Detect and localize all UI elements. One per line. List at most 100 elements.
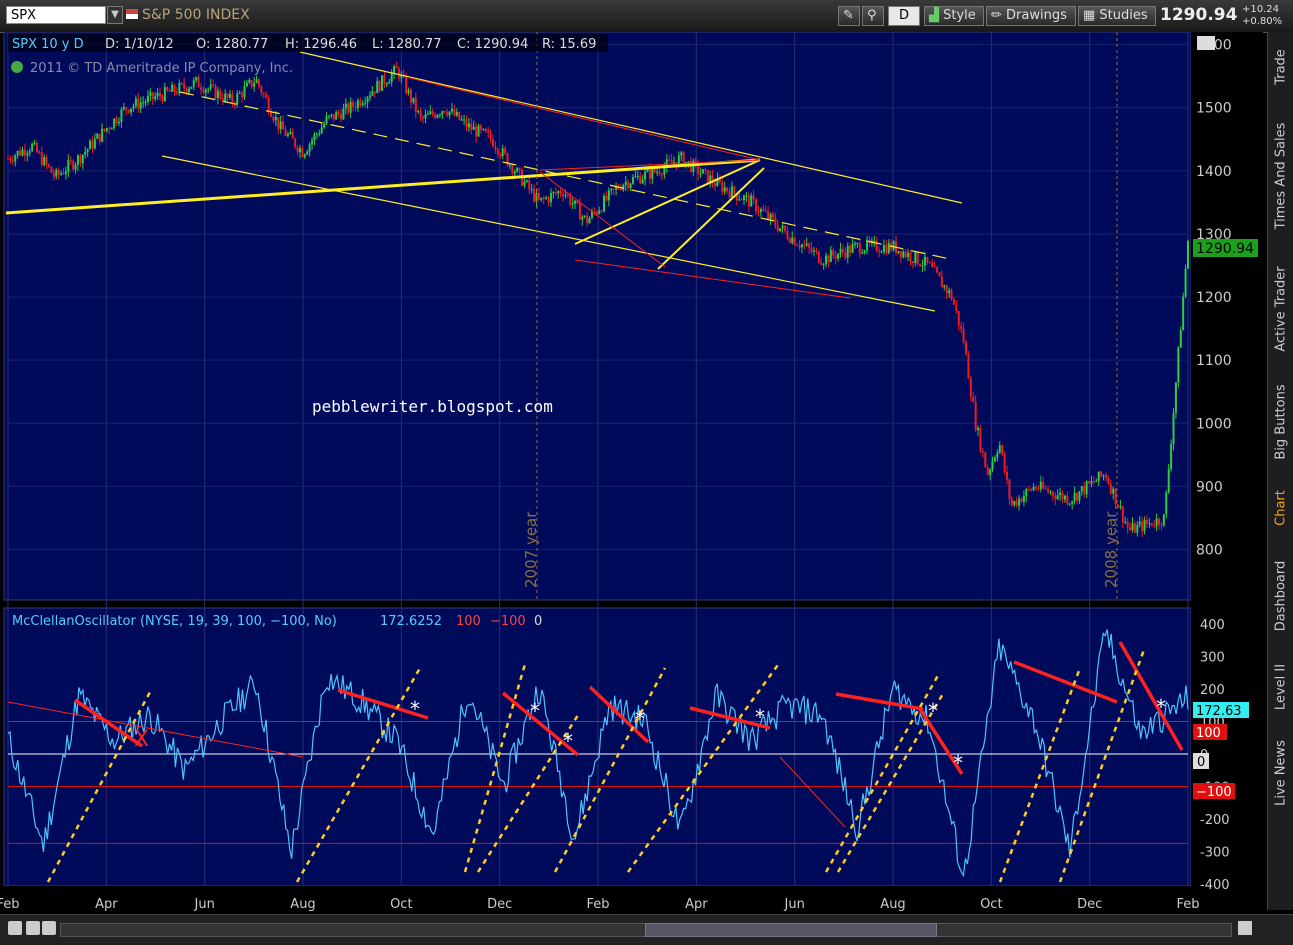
price-tick-label: 1100 [1196,353,1232,369]
watermark: pebblewriter.blogspot.com [312,397,553,416]
candle-body [1114,488,1117,505]
candle-body [127,109,130,113]
candle-body [631,177,634,184]
candle-body [470,123,473,130]
drawings-button[interactable]: ✏ Drawings [986,6,1076,26]
candle-body [122,107,125,110]
zoom-in-icon[interactable] [26,921,40,935]
header-date: D: 1/10/12 [105,37,174,52]
side-tabs: Trade Times And Sales Active Trader Big … [1267,32,1293,910]
scroll-thumb[interactable] [645,923,937,937]
candle-body [793,237,796,246]
tab-live-news[interactable]: Live News [1268,728,1293,818]
candle-body [243,86,246,98]
year-label-2007: 2007 year [522,511,540,588]
info-icon[interactable] [11,61,23,73]
candle-body [144,101,147,103]
candle-body [969,378,972,397]
candle-body [501,148,504,156]
style-button[interactable]: ▟ Style [924,6,984,26]
pencil-icon: ✏ [991,8,1007,23]
candle-body [1083,486,1086,495]
candle-body [250,80,253,87]
period-button[interactable]: D [888,6,920,26]
candle-body [332,114,335,120]
candle-body [1059,492,1062,496]
zoom-out-icon[interactable] [42,921,56,935]
studies-button[interactable]: ▦ Studies [1078,6,1156,26]
candle-body [465,119,468,128]
candle-body [938,272,941,277]
candle-body [7,158,9,160]
candle-body [967,353,970,379]
candle-body [516,168,519,172]
candle-body [125,107,128,110]
tab-dashboard[interactable]: Dashboard [1268,546,1293,646]
candle-body [1129,527,1132,531]
candle-body [979,427,982,452]
candle-body [197,77,200,88]
flag-icon[interactable] [126,9,138,19]
candle-body [634,176,637,178]
drawings-label: Drawings [1006,8,1067,23]
candle-body [142,102,145,104]
scroll-right-icon[interactable] [1238,921,1252,935]
candle-body [1008,479,1011,499]
candle-body [1013,501,1016,505]
candle-body [726,187,729,192]
tab-active-trader[interactable]: Active Trader [1268,250,1293,368]
candle-body [1136,524,1139,533]
chart-area[interactable]: 1600150014001300120011001000900800 40030… [0,32,1267,914]
osc-lower-tag-text: −100 [1196,785,1232,800]
candle-body [265,94,268,98]
candle-body [704,169,707,171]
link-button[interactable]: ⚲ [862,6,884,26]
candle-body [866,239,869,251]
symbol-input[interactable]: SPX [6,6,106,24]
candle-body [231,93,234,104]
candle-body [183,83,186,89]
candle-body [178,83,181,94]
candle-body [212,84,215,86]
time-tick-label: Aug [880,897,905,912]
time-tick-label: Feb [0,897,20,912]
candle-body [26,153,29,156]
candle-body [839,248,842,254]
candle-body [721,182,724,192]
candle-body [364,102,367,104]
candle-body [1068,503,1071,505]
tab-chart[interactable]: Chart [1268,478,1293,538]
candle-body [438,114,441,116]
candle-body [14,155,17,162]
candle-body [173,84,176,92]
candle-body [50,166,53,173]
tab-times-and-sales[interactable]: Times And Sales [1268,106,1293,246]
price-axis[interactable] [1191,32,1263,600]
price-tick-label: 800 [1196,543,1223,559]
candle-body [861,253,864,255]
candle-body [327,115,330,117]
candle-body [294,138,297,148]
candle-body [359,100,362,106]
candle-body [180,83,183,85]
candle-body [1167,468,1170,493]
tab-trade[interactable]: Trade [1268,32,1293,102]
time-tick-label: Apr [685,897,708,912]
candle-body [986,467,989,475]
candle-body [451,108,454,112]
header-close: C: 1290.94 [457,37,528,52]
candle-body [554,192,557,194]
candle-body [166,87,169,91]
candle-body [330,114,333,116]
tab-level-ii[interactable]: Level II [1268,652,1293,722]
symbol-dropdown-button[interactable]: ▼ [107,6,123,24]
tools-button[interactable]: ✎ [838,6,860,26]
header-low: L: 1280.77 [372,37,442,52]
chart-settings-icon[interactable] [1197,36,1215,50]
tab-big-buttons[interactable]: Big Buttons [1268,372,1293,472]
osc-name: McClellanOscillator (NYSE, 19, 39, 100, … [12,614,337,629]
candle-body [692,160,695,172]
zoom-icon[interactable] [8,921,22,935]
bottom-scrollbar[interactable] [0,914,1293,945]
time-tick-label: Apr [95,897,118,912]
